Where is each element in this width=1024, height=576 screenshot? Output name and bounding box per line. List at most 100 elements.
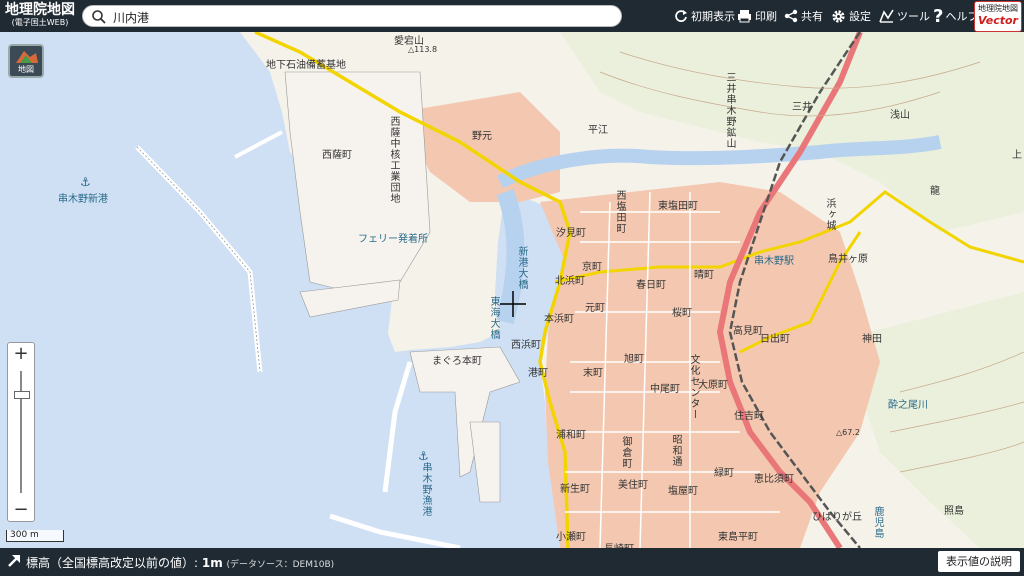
elevation-value: 1m bbox=[201, 556, 223, 570]
label-kyo: 京町 bbox=[582, 262, 602, 273]
map-canvas[interactable]: ⚓ ⚓ 地下石油備蓄基地 愛宕山 △113.8 西薩町 串木野新港 フェリー発着… bbox=[0, 32, 1024, 555]
settings-button[interactable]: 設定 bbox=[831, 6, 871, 26]
label-nakao: 中尾町 bbox=[650, 384, 680, 395]
label-kushikino-gyoko: 串木野漁港 bbox=[420, 462, 431, 517]
label-h1138: △113.8 bbox=[408, 45, 438, 54]
label-teruma: 照島 bbox=[944, 506, 964, 517]
label-ferry: フェリー発着所 bbox=[358, 234, 428, 245]
scale-bar: 300 m bbox=[6, 530, 64, 542]
label-tatsu: 龍 bbox=[930, 186, 940, 197]
industrial-area bbox=[284, 71, 431, 293]
label-nishihama: 西浜町 bbox=[511, 340, 541, 351]
zoom-control: + − bbox=[7, 342, 35, 522]
label-oohara: 大原町 bbox=[698, 380, 728, 391]
tools-button[interactable]: ツール bbox=[879, 6, 930, 26]
app-logo[interactable]: 地理院地図 (電子国土WEB) bbox=[4, 2, 76, 30]
reset-view-button[interactable]: 初期表示 bbox=[674, 6, 735, 26]
label-hide: 日出町 bbox=[760, 334, 790, 345]
label-kagoshima: 鹿児島 bbox=[872, 506, 883, 539]
label-ebisu: 恵比須町 bbox=[754, 474, 794, 485]
elevation-info: 標高（全国標高改定以前の値）: 1m (データソース：DEM10B) bbox=[26, 554, 334, 571]
label-higashi-shioda: 東塩田町 bbox=[658, 201, 698, 212]
zoom-in-button[interactable]: + bbox=[8, 343, 34, 365]
zoom-out-button[interactable]: − bbox=[8, 499, 34, 521]
value-description-button[interactable]: 表示値の説明 bbox=[938, 551, 1020, 572]
bottom-bar: 標高（全国標高改定以前の値）: 1m (データソース：DEM10B) 表示値の説… bbox=[0, 548, 1024, 576]
label-nishisatsu-kogyo: 西薩中核工業団地 bbox=[388, 116, 399, 204]
label-takami: 高見町 bbox=[733, 326, 763, 337]
label-mihama: 本浜町 bbox=[544, 314, 574, 325]
elevation-label: 標高（全国標高改定以前の値）: bbox=[26, 556, 202, 570]
label-mii: 三井 bbox=[792, 102, 812, 113]
anchor-icon-shinko: ⚓ bbox=[80, 175, 91, 189]
label-hare: 晴町 bbox=[694, 270, 714, 281]
label-shinko-ohashi: 新港大橋 bbox=[516, 246, 527, 290]
search-icon bbox=[92, 10, 106, 24]
print-button[interactable]: 印刷 bbox=[737, 6, 777, 26]
label-biryo: 美住町 bbox=[618, 480, 648, 491]
label-kitahama: 北浜町 bbox=[555, 276, 585, 287]
label-ue: 上 bbox=[1012, 150, 1022, 161]
label-nomoto: 野元 bbox=[472, 131, 492, 142]
vector-badge[interactable]: 地理院地図 Vector bbox=[974, 1, 1022, 32]
label-kose: 小瀬町 bbox=[556, 532, 586, 543]
settings-label: 設定 bbox=[849, 10, 871, 23]
label-hamagake: 浜ヶ城 bbox=[824, 198, 835, 231]
label-kamida: 神田 bbox=[862, 334, 882, 345]
label-shiomi: 汐見町 bbox=[556, 228, 586, 239]
help-icon: ? bbox=[933, 5, 944, 27]
share-label: 共有 bbox=[801, 10, 823, 23]
label-sakura: 桜町 bbox=[672, 308, 692, 319]
label-chika: 地下石油備蓄基地 bbox=[266, 60, 346, 71]
label-hibarigaoka: ひばりが丘 bbox=[812, 512, 862, 523]
gear-icon bbox=[832, 9, 845, 23]
label-h672: △67.2 bbox=[836, 428, 860, 437]
label-suinoo: 酔之尾川 bbox=[888, 400, 928, 411]
top-bar: 地理院地図 (電子国土WEB) 初期表示 印刷 共有 設定 ツール ? ヘルプ … bbox=[0, 0, 1024, 32]
logo-subtitle: (電子国土WEB) bbox=[11, 18, 69, 27]
label-showa: 昭和通 bbox=[670, 434, 681, 467]
label-midori: 緑町 bbox=[714, 468, 734, 479]
crosshair-icon bbox=[500, 291, 526, 317]
label-torii: 鳥井ヶ原 bbox=[828, 254, 868, 265]
label-asahi: 旭町 bbox=[624, 354, 644, 365]
label-kushikino-eki: 串木野駅 bbox=[754, 256, 794, 267]
label-kasuga: 春日町 bbox=[636, 280, 666, 291]
logo-title: 地理院地図 bbox=[5, 2, 75, 18]
printer-icon bbox=[738, 10, 751, 23]
zoom-track[interactable] bbox=[20, 371, 22, 493]
anchor-icon-gyoko: ⚓ bbox=[418, 449, 429, 463]
label-kushikino-shinko: 串木野新港 bbox=[58, 194, 108, 205]
label-shinsei: 新生町 bbox=[560, 484, 590, 495]
label-minato: 港町 bbox=[528, 368, 548, 379]
label-mii-kushiki: 三井串木野鉱山 bbox=[724, 72, 735, 149]
label-shioya: 塩屋町 bbox=[668, 486, 698, 497]
badge-title: 地理院地図 bbox=[978, 4, 1018, 13]
layer-button[interactable]: 地図 bbox=[8, 44, 44, 78]
search-box[interactable] bbox=[82, 5, 622, 27]
layer-button-label: 地図 bbox=[18, 65, 34, 74]
reset-view-label: 初期表示 bbox=[691, 10, 735, 23]
print-label: 印刷 bbox=[755, 10, 777, 23]
label-nishisatsu: 西薩町 bbox=[322, 150, 352, 161]
label-moto: 元町 bbox=[585, 303, 605, 314]
label-higashikai: 東海大橋 bbox=[488, 296, 499, 340]
label-nishi-shioda: 西塩田町 bbox=[614, 190, 625, 234]
share-icon bbox=[784, 9, 798, 23]
help-button[interactable]: ? ヘルプ bbox=[933, 5, 978, 27]
label-urawa: 浦和町 bbox=[556, 430, 586, 441]
collapse-arrow-icon[interactable] bbox=[6, 553, 22, 569]
map-drawing: ⚓ ⚓ bbox=[0, 32, 1024, 548]
search-input[interactable] bbox=[111, 7, 615, 27]
label-suemachi: 末町 bbox=[583, 368, 603, 379]
badge-vector: Vector bbox=[978, 14, 1018, 27]
tool-icon bbox=[879, 9, 894, 23]
label-sumiyoshi: 住吉町 bbox=[734, 411, 764, 422]
zoom-slider-thumb[interactable] bbox=[14, 391, 30, 399]
label-hirae: 平江 bbox=[588, 125, 608, 136]
label-gokura: 御倉町 bbox=[620, 436, 631, 469]
label-bunka: 文化センター bbox=[688, 354, 699, 420]
label-maguro: まぐろ本町 bbox=[432, 356, 482, 367]
share-button[interactable]: 共有 bbox=[784, 6, 823, 26]
tools-label: ツール bbox=[897, 10, 930, 23]
